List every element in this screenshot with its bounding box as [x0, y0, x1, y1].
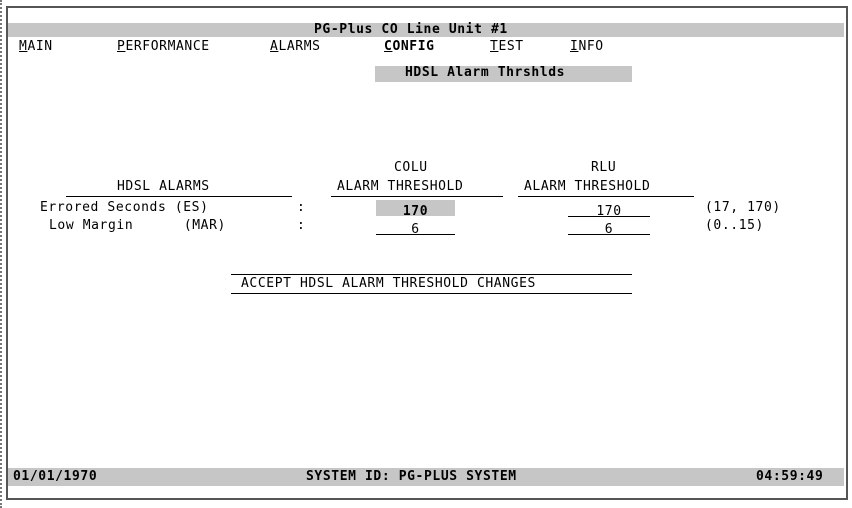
window-title: PG-Plus CO Line Unit #1 [314, 22, 508, 37]
menu-main-rest: AIN [27, 39, 53, 54]
row-es-label: Errored Seconds (ES) [40, 200, 209, 215]
header-underline-1 [66, 196, 292, 197]
menu-config-rest: ONFIG [392, 39, 435, 54]
colu-es-field[interactable]: 170 [376, 200, 455, 219]
colu-mar-underline [376, 234, 455, 235]
rlu-es-field[interactable]: 170 [568, 200, 650, 219]
menu-info-rest: NFO [578, 39, 604, 54]
status-time: 04:59:49 [756, 469, 824, 484]
menu-test[interactable]: TEST [490, 39, 524, 54]
menu-performance[interactable]: PERFORMANCE [117, 39, 210, 54]
row-mar-sep: : [297, 218, 306, 233]
terminal-frame: PG-Plus CO Line Unit #1 MAIN PERFORMANCE… [0, 0, 852, 508]
accept-top-rule [231, 274, 632, 275]
status-date: 01/01/1970 [13, 469, 98, 484]
rlu-mar-field[interactable]: 6 [568, 218, 650, 237]
accept-changes-button[interactable]: ACCEPT HDSL ALARM THRESHOLD CHANGES [241, 276, 536, 291]
submenu-label: HDSL Alarm Thrshlds [405, 65, 566, 80]
hdsl-alarms-header: HDSL ALARMS [117, 179, 210, 194]
row-mar-range: (0..15) [705, 218, 764, 233]
colu-es-value: 170 [402, 204, 429, 219]
rlu-header-bottom: ALARM THRESHOLD [524, 179, 651, 194]
rlu-header-top: RLU [591, 160, 617, 175]
colu-header-bottom: ALARM THRESHOLD [337, 179, 464, 194]
header-underline-2 [331, 196, 503, 197]
menu-test-rest: EST [498, 39, 524, 54]
accept-bottom-rule [231, 293, 632, 294]
menu-config[interactable]: CONFIG [384, 39, 435, 54]
row-es-sep: : [297, 200, 306, 215]
colu-header-top: COLU [394, 160, 428, 175]
menu-alarms-rest: LARMS [278, 39, 321, 54]
header-underline-3 [518, 196, 694, 197]
rlu-mar-underline [568, 234, 650, 235]
colu-mar-field[interactable]: 6 [376, 218, 455, 237]
menu-alarms[interactable]: ALARMS [270, 39, 321, 54]
rlu-es-underline [568, 216, 650, 217]
row-es-range: (17, 170) [705, 200, 781, 215]
menu-info[interactable]: INFO [570, 39, 604, 54]
status-system-id: SYSTEM ID: PG-PLUS SYSTEM [306, 469, 517, 484]
row-mar-label: Low Margin (MAR) [49, 218, 226, 233]
menu-main[interactable]: MAIN [19, 39, 53, 54]
menu-performance-rest: ERFORMANCE [125, 39, 210, 54]
